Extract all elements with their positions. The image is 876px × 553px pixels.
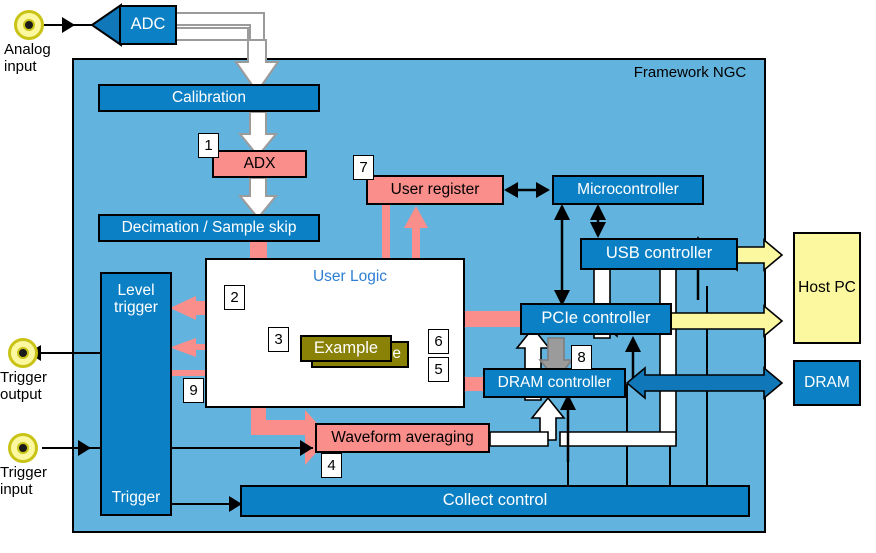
callout-5: 5 xyxy=(428,357,449,382)
callout-3: 3 xyxy=(268,327,289,352)
coax-connector-trigger-input-icon xyxy=(8,433,38,463)
dram-block[interactable]: DRAM xyxy=(793,360,861,406)
ribbon-adx-to-decimation xyxy=(237,177,279,220)
arrowhead-trigger-in xyxy=(78,440,91,456)
user-logic-title: User Logic xyxy=(312,268,388,285)
trigger-output-line2: output xyxy=(0,385,42,403)
adx-block[interactable]: ADX xyxy=(212,150,307,178)
arrowhead-analog-in xyxy=(62,17,75,33)
host-pc-block[interactable]: Host PC xyxy=(793,232,861,344)
callout-8: 8 xyxy=(571,345,592,370)
analog-input-line1: Analog xyxy=(4,41,51,58)
arrowhead-waveform-in xyxy=(300,440,313,456)
block-diagram-canvas: Framework NGC Analog input Trigger outpu… xyxy=(0,0,876,553)
pink-arrowhead-level-trigger xyxy=(170,296,196,320)
trigger-label: Trigger xyxy=(111,488,161,506)
calibration-block[interactable]: Calibration xyxy=(98,84,320,112)
analog-input-label: Analog input xyxy=(4,41,84,76)
microcontroller-block[interactable]: Microcontroller xyxy=(552,175,704,205)
ribbon-bottom-horizontal xyxy=(559,431,677,447)
user-register-block[interactable]: User register xyxy=(366,175,504,205)
arrowhead-micro-a xyxy=(554,204,570,220)
adc-block[interactable]: ADC xyxy=(119,5,177,45)
pcie-controller-block[interactable]: PCIe controller xyxy=(520,303,672,335)
level-trigger-line2: trigger xyxy=(114,299,158,317)
coax-connector-trigger-output-icon xyxy=(8,338,38,368)
level-trigger-line1: Level xyxy=(117,282,155,299)
callout-7: 7 xyxy=(353,155,374,180)
arrowhead-userreg-left xyxy=(504,182,518,198)
pinkline-pcie-to-userlogic xyxy=(460,311,522,327)
callout-4: 4 xyxy=(321,453,342,478)
callout-1: 1 xyxy=(198,133,219,158)
level-trigger-label: Level trigger xyxy=(102,282,170,316)
ribbon-waveform-horizontal xyxy=(489,431,549,447)
ribbon-bottom-to-usb xyxy=(650,238,686,441)
example-block[interactable]: Example xyxy=(300,335,392,362)
arrow-dramctrl-to-dram xyxy=(625,366,784,400)
trigger-input-line1: Trigger xyxy=(0,464,47,481)
pink-arrowhead-9-in xyxy=(170,338,196,357)
trigger-block[interactable]: Level trigger Trigger xyxy=(100,272,172,516)
decimation-sample-skip-block[interactable]: Decimation / Sample skip xyxy=(98,214,320,242)
arrowhead-micro-left xyxy=(536,182,550,198)
trigger-output-line1: Trigger xyxy=(0,369,47,386)
trigger-output-label: Trigger output xyxy=(0,369,84,404)
analog-input-line2: input xyxy=(4,57,37,75)
coax-connector-analog-input-icon xyxy=(14,10,44,40)
collect-control-block[interactable]: Collect control xyxy=(240,485,750,517)
pink-arrowhead-userreg-up xyxy=(404,206,428,228)
arrowhead-pcie-up xyxy=(625,336,641,352)
arrowhead-micro-b xyxy=(590,204,606,220)
waveform-averaging-block[interactable]: Waveform averaging xyxy=(315,423,490,453)
pinkbus-to-waveform-h xyxy=(251,420,313,435)
trigger-input-label: Trigger input xyxy=(0,464,84,499)
trigger-input-line2: input xyxy=(0,480,33,498)
usb-controller-block[interactable]: USB controller xyxy=(580,238,738,270)
adc-wedge-icon xyxy=(90,3,122,47)
callout-9: 9 xyxy=(183,378,204,403)
arrowhead-micro-c xyxy=(590,222,606,238)
callout-2: 2 xyxy=(224,285,245,310)
callout-6: 6 xyxy=(428,329,449,354)
dram-controller-block[interactable]: DRAM controller xyxy=(483,368,626,398)
